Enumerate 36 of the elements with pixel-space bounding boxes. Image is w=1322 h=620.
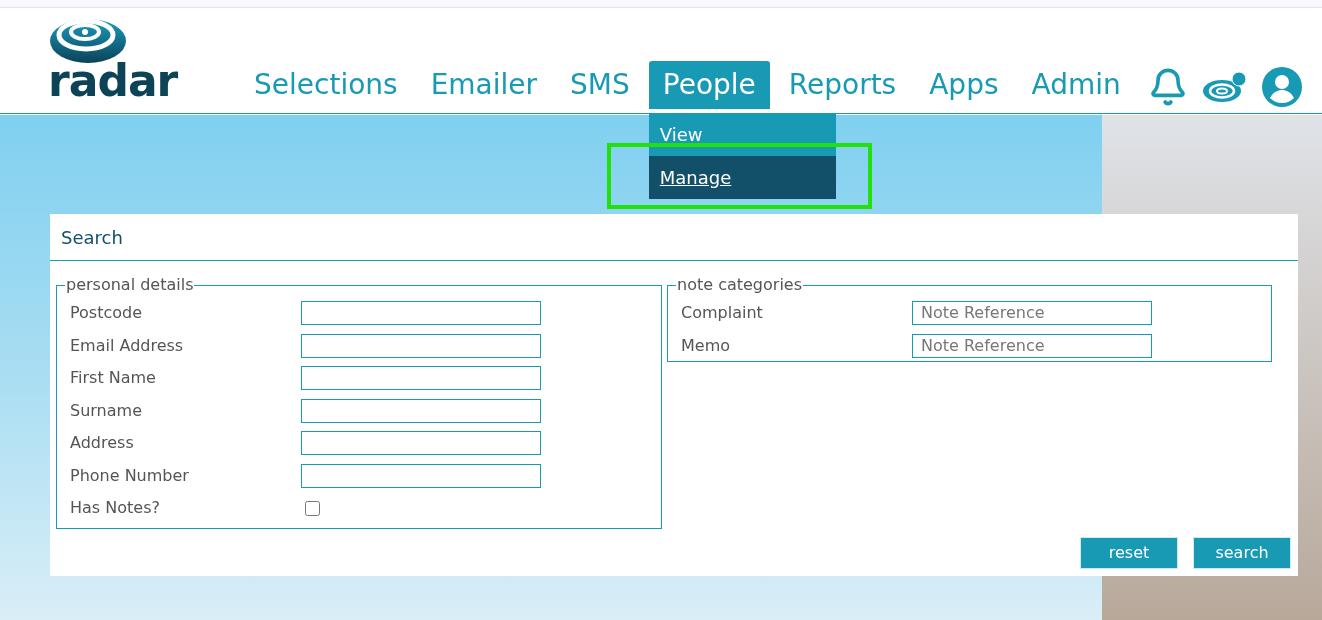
fieldset-legend: note categories — [676, 273, 803, 297]
input-field[interactable] — [301, 431, 541, 456]
nav-tab[interactable]: Emailer — [416, 61, 552, 109]
dropdown-item[interactable]: Manage — [648, 156, 836, 199]
radar-logo[interactable]: radar — [48, 15, 182, 101]
field-label: Has Notes? — [70, 497, 161, 520]
nav-tab[interactable]: Reports — [774, 61, 911, 109]
dropdown-item[interactable]: View — [648, 113, 836, 156]
nav-tab[interactable]: People — [648, 61, 770, 109]
field-label: Surname — [70, 399, 143, 422]
field-label: Complaint — [681, 302, 764, 325]
input-field[interactable]: Note Reference — [912, 301, 1152, 326]
field-label: Address — [70, 432, 135, 455]
input-field[interactable] — [301, 366, 541, 391]
field-label: Email Address — [70, 334, 185, 357]
action-button[interactable]: search — [1193, 537, 1291, 569]
input-field[interactable]: Note Reference — [912, 333, 1152, 358]
field-label: Postcode — [70, 302, 144, 325]
nav-tab[interactable]: SMS — [556, 61, 644, 109]
nav-tab[interactable]: Admin — [1017, 61, 1135, 109]
field-label: Memo — [681, 334, 732, 357]
panel-title: Search — [61, 225, 123, 250]
nav-tab[interactable]: Apps — [915, 61, 1013, 109]
nav-tab[interactable]: Selections — [240, 61, 412, 109]
field-label: Phone Number — [70, 464, 190, 487]
field-label: First Name — [70, 367, 157, 390]
logo-wordmark: radar — [48, 61, 178, 101]
input-field[interactable] — [301, 398, 541, 423]
checkbox[interactable] — [305, 500, 320, 516]
input-field[interactable] — [301, 301, 541, 326]
input-field[interactable] — [301, 333, 541, 358]
user-avatar-icon[interactable] — [1261, 67, 1302, 107]
radar-spiral-icon[interactable] — [1201, 70, 1248, 104]
action-button[interactable]: reset — [1080, 537, 1178, 569]
input-field[interactable] — [301, 463, 541, 488]
fieldset-legend: personal details — [65, 273, 195, 297]
